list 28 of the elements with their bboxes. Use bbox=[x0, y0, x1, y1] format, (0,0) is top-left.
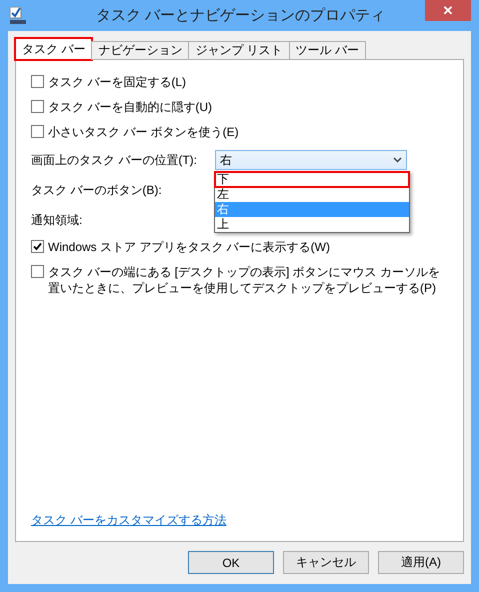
checkbox-label: タスク バーを固定する(L) bbox=[48, 74, 186, 90]
checkbox[interactable] bbox=[31, 100, 44, 113]
tab[interactable]: タスク バー bbox=[15, 38, 92, 60]
dropdown-option[interactable]: 下 bbox=[215, 172, 409, 187]
position-dropdown[interactable]: 右 bbox=[215, 150, 407, 170]
checkbox-label: Windows ストア アプリをタスク バーに表示する(W) bbox=[48, 239, 330, 255]
chevron-down-icon bbox=[393, 157, 402, 163]
checkbox[interactable] bbox=[31, 240, 44, 253]
dialog-button[interactable]: OK bbox=[188, 551, 274, 574]
tab[interactable]: ツール バー bbox=[288, 41, 366, 60]
dropdown-option[interactable]: 上 bbox=[215, 217, 409, 232]
field-label: タスク バーのボタン(B): bbox=[31, 182, 163, 198]
help-link[interactable]: タスク バーをカスタマイズする方法 bbox=[31, 512, 226, 529]
tab[interactable]: ナビゲーション bbox=[91, 41, 190, 60]
checkbox[interactable] bbox=[31, 125, 44, 138]
dropdown-option[interactable]: 左 bbox=[215, 187, 409, 202]
dialog-button[interactable]: キャンセル bbox=[283, 551, 369, 574]
checkbox-label: タスク バーを自動的に隠す(U) bbox=[48, 99, 212, 115]
field-label: 通知領域: bbox=[31, 212, 84, 228]
checkbox-label: タスク バーの端にある [デスクトップの表示] ボタンにマウス カーソルを置いたときに、プレビューを使用してデスクトップをプレビューする(P) bbox=[48, 264, 442, 296]
checkbox[interactable] bbox=[31, 75, 44, 88]
checkbox-label: 小さいタスク バー ボタンを使う(E) bbox=[48, 124, 239, 140]
field-label: 画面上のタスク バーの位置(T): bbox=[31, 152, 198, 168]
close-button[interactable]: ✕ bbox=[425, 0, 471, 21]
app-icon bbox=[10, 6, 26, 24]
checkbox[interactable] bbox=[31, 265, 44, 278]
window-title: タスク バーとナビゲーションのプロパティ bbox=[94, 6, 386, 25]
dialog-button[interactable]: 適用(A) bbox=[378, 551, 464, 574]
